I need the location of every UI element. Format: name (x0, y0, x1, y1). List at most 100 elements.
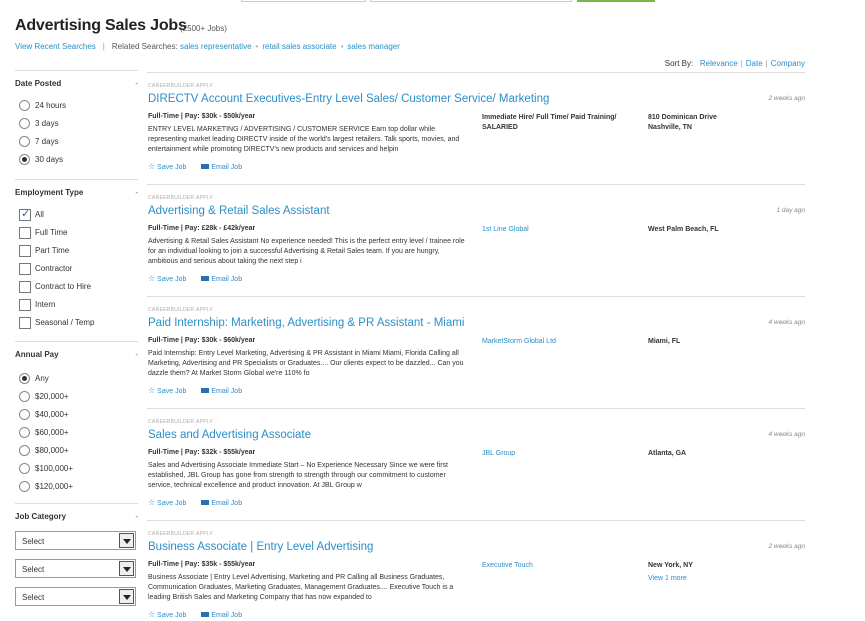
job-description: Paid Internship: Entry Level Marketing, … (148, 350, 464, 377)
posted-date: 4 weeks ago (768, 431, 806, 438)
location-line: Nashville, TN (648, 124, 692, 131)
bullet: • (255, 42, 259, 51)
job-location: West Palm Beach, FL (648, 226, 719, 233)
related-search-link[interactable]: retail sales associate (262, 42, 336, 51)
facet-heading[interactable]: Date Posted - (15, 70, 138, 92)
email-job-button[interactable]: Email Job (201, 275, 242, 283)
radio-icon (19, 445, 30, 456)
checkbox-icon (19, 299, 31, 311)
apply-badge: CAREERBUILDER APPLY (148, 83, 214, 89)
job-title-link[interactable]: Business Associate | Entry Level Adverti… (148, 541, 373, 553)
job-location: 810 Dominican Drive Nashville, TN (648, 113, 717, 133)
job-pay: Full-Time | Pay: $35k - $55k/year (148, 561, 256, 568)
category-select[interactable]: Select (15, 531, 136, 550)
dropdown-arrow-icon (119, 533, 134, 548)
radio-icon (19, 118, 30, 129)
job-actions: ☆ Save Job Email Job (148, 498, 257, 507)
radio-icon (19, 409, 30, 420)
email-job-button[interactable]: Email Job (201, 387, 242, 395)
collapse-icon[interactable]: - (135, 350, 138, 359)
radio-selected-icon (19, 373, 30, 384)
checkbox-icon (19, 263, 31, 275)
save-job-button[interactable]: ☆ Save Job (148, 610, 186, 619)
star-outline-icon: ☆ (148, 498, 156, 507)
view-more-link[interactable]: View 1 more (648, 575, 687, 582)
email-job-button[interactable]: Email Job (201, 163, 242, 171)
job-location: New York, NY (648, 562, 693, 569)
job-title-link[interactable]: DIRECTV Account Executives-Entry Level S… (148, 93, 549, 105)
posted-date: 2 weeks ago (768, 95, 806, 102)
job-actions: ☆ Save Job Email Job (148, 274, 257, 283)
company-link[interactable]: JBL Group (482, 449, 642, 459)
company-link[interactable]: MarketStorm Global Ltd (482, 337, 642, 347)
facet-date-posted: Date Posted - 24 hours 3 days 7 days 30 d… (15, 70, 138, 165)
location-field-edge[interactable] (370, 0, 572, 2)
sort-company-link[interactable]: Company (771, 59, 805, 68)
job-description: ENTRY LEVEL MARKETING / ADVERTISING / CU… (148, 126, 460, 153)
job-actions: ☆ Save Job Email Job (148, 162, 257, 171)
job-actions: ☆ Save Job Email Job (148, 386, 257, 395)
envelope-icon (201, 163, 210, 169)
job-pay: Full-Time | Pay: £28k - £42k/year (148, 225, 256, 232)
related-search-link[interactable]: sales manager (347, 42, 399, 51)
email-job-button[interactable]: Email Job (201, 611, 242, 619)
save-job-button[interactable]: ☆ Save Job (148, 162, 186, 171)
posted-date: 1 day ago (776, 207, 805, 214)
facet-employment-type: Employment Type- All Full Time Part Time… (15, 179, 138, 329)
search-button-edge[interactable] (577, 0, 655, 2)
facet-heading[interactable]: Annual Pay - (15, 341, 138, 363)
apply-badge: CAREERBUILDER APPLY (148, 195, 214, 201)
company-link[interactable]: Executive Touch (482, 561, 642, 571)
apply-badge: CAREERBUILDER APPLY (148, 307, 214, 313)
star-outline-icon: ☆ (148, 610, 156, 619)
apply-badge: CAREERBUILDER APPLY (148, 531, 214, 537)
job-title-link[interactable]: Sales and Advertising Associate (148, 429, 311, 441)
facet-annual-pay: Annual Pay - Any $20,000+ $40,000+ $60,00… (15, 341, 138, 492)
save-job-button[interactable]: ☆ Save Job (148, 274, 186, 283)
job-description: Business Associate | Entry Level Adverti… (148, 574, 454, 601)
location-line: 810 Dominican Drive (648, 114, 717, 121)
job-location: Miami, FL (648, 338, 681, 345)
radio-icon (19, 427, 30, 438)
collapse-icon[interactable]: - (135, 188, 138, 197)
collapse-icon[interactable]: - (135, 512, 138, 521)
company-name: Immediate Hire/ Full Time/ Paid Training… (482, 114, 617, 131)
envelope-icon (201, 611, 210, 617)
radio-icon (19, 391, 30, 402)
envelope-icon (201, 499, 210, 505)
sort-date-link[interactable]: Date (746, 59, 763, 68)
posted-date: 4 weeks ago (768, 319, 806, 326)
job-listing: CAREERBUILDER APPLY Business Associate |… (147, 520, 805, 621)
keyword-field-edge[interactable] (241, 0, 366, 2)
checkbox-icon (19, 227, 31, 239)
checkbox-icon (19, 281, 31, 293)
facet-heading[interactable]: Employment Type - (15, 179, 138, 201)
radio-icon (19, 136, 30, 147)
sort-relevance-link[interactable]: Relevance (700, 59, 738, 68)
radio-selected-icon (19, 154, 30, 165)
job-title-link[interactable]: Paid Internship: Marketing, Advertising … (148, 317, 464, 329)
save-job-button[interactable]: ☆ Save Job (148, 498, 186, 507)
page-title: Advertising Sales Jobs (15, 17, 187, 34)
view-recent-searches-link[interactable]: View Recent Searches (15, 42, 96, 51)
job-description: Advertising & Retail Sales Assistant No … (148, 238, 465, 265)
collapse-icon[interactable]: - (135, 79, 138, 88)
category-select[interactable]: Select (15, 559, 136, 578)
checkbox-icon (19, 245, 31, 257)
company-link[interactable]: 1st Line Global (482, 225, 642, 235)
checkbox-checked-icon (19, 207, 31, 221)
job-pay: Full-Time | Pay: $30k - $50k/year (148, 113, 256, 120)
email-job-button[interactable]: Email Job (201, 499, 242, 507)
save-job-button[interactable]: ☆ Save Job (148, 386, 186, 395)
apply-badge: CAREERBUILDER APPLY (148, 419, 214, 425)
job-location: Atlanta, GA (648, 450, 687, 457)
job-pay: Full-Time | Pay: $30k - $60k/year (148, 337, 256, 344)
envelope-icon (201, 275, 210, 281)
facet-heading[interactable]: Job Category - (15, 503, 138, 525)
job-title-link[interactable]: Advertising & Retail Sales Assistant (148, 205, 330, 217)
radio-icon (19, 100, 30, 111)
posted-date: 2 weeks ago (768, 543, 806, 550)
facet-job-category: Job Category - Select Select Select (15, 503, 138, 606)
related-search-link[interactable]: sales representative (180, 42, 252, 51)
category-select[interactable]: Select (15, 587, 136, 606)
